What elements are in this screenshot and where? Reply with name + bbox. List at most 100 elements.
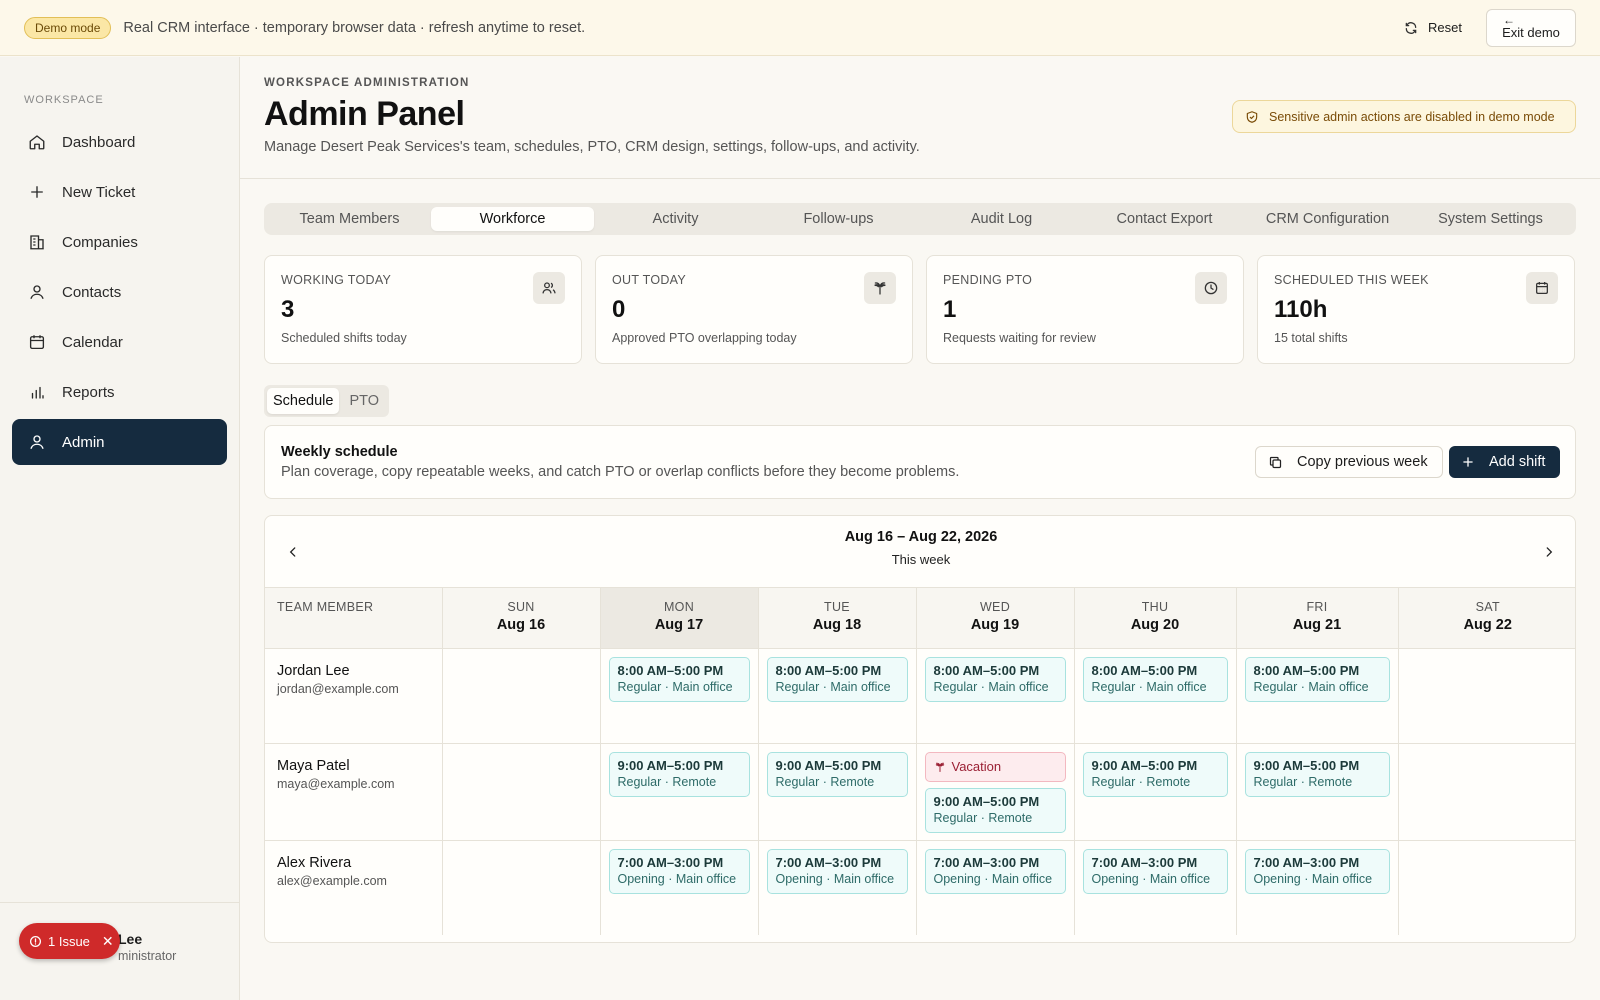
shift-block[interactable]: 9:00 AM–5:00 PM Regular · Remote bbox=[608, 751, 750, 797]
issue-badge[interactable]: 1 Issue ✕ bbox=[19, 923, 120, 959]
page-subtitle: Manage Desert Peak Services's team, sche… bbox=[264, 139, 920, 155]
shift-block[interactable]: 7:00 AM–3:00 PM Opening · Main office bbox=[608, 848, 750, 894]
sidebar-item-new-ticket[interactable]: New Ticket bbox=[12, 169, 227, 215]
shift-block[interactable]: 8:00 AM–5:00 PM Regular · Main office bbox=[924, 656, 1066, 702]
schedule-cell[interactable]: 7:00 AM–3:00 PM Opening · Main office bbox=[916, 840, 1075, 935]
tab-contact-export[interactable]: Contact Export bbox=[1083, 207, 1246, 231]
subtab-schedule[interactable]: Schedule bbox=[267, 388, 340, 414]
stat-label: PENDING PTO bbox=[943, 273, 1033, 287]
reset-button[interactable]: Reset bbox=[1394, 14, 1472, 41]
schedule-cell[interactable]: 8:00 AM–5:00 PM Regular · Main office bbox=[758, 648, 917, 744]
shift-block[interactable]: 9:00 AM–5:00 PM Regular · Remote bbox=[1244, 751, 1390, 797]
shield-check-icon bbox=[1246, 110, 1258, 123]
shift-block[interactable]: 7:00 AM–3:00 PM Opening · Main office bbox=[1082, 848, 1228, 894]
schedule-cell[interactable]: 8:00 AM–5:00 PM Regular · Main office bbox=[1074, 648, 1237, 744]
refresh-icon bbox=[1405, 21, 1417, 34]
stat-card-working-today: WORKING TODAY 3 Scheduled shifts today bbox=[264, 255, 582, 364]
add-shift-button[interactable]: Add shift bbox=[1449, 446, 1560, 478]
shift-block[interactable]: 8:00 AM–5:00 PM Regular · Main office bbox=[1082, 656, 1228, 702]
shift-block[interactable]: 8:00 AM–5:00 PM Regular · Main office bbox=[1244, 656, 1390, 702]
issue-label: 1 Issue bbox=[48, 933, 90, 949]
schedule-cell[interactable]: 9:00 AM–5:00 PM Regular · Remote bbox=[1236, 743, 1399, 841]
subtab-pto[interactable]: PTO bbox=[343, 388, 385, 414]
shift-block[interactable]: 8:00 AM–5:00 PM Regular · Main office bbox=[608, 656, 750, 702]
schedule-cell[interactable]: 8:00 AM–5:00 PM Regular · Main office bbox=[600, 648, 759, 744]
next-week-button[interactable] bbox=[1535, 538, 1563, 566]
pto-block[interactable]: Vacation bbox=[924, 751, 1066, 782]
shift-block[interactable]: 9:00 AM–5:00 PM Regular · Remote bbox=[1082, 751, 1228, 797]
tab-team-members[interactable]: Team Members bbox=[268, 207, 431, 231]
stat-label: OUT TODAY bbox=[612, 273, 687, 287]
alert-circle-icon bbox=[29, 935, 42, 947]
close-icon[interactable]: ✕ bbox=[102, 933, 114, 950]
sidebar-item-label: New Ticket bbox=[62, 183, 136, 201]
weekly-title: Weekly schedule bbox=[281, 444, 398, 460]
add-label: Add shift bbox=[1489, 454, 1546, 470]
tab-audit-log[interactable]: Audit Log bbox=[920, 207, 1083, 231]
tab-follow-ups[interactable]: Follow-ups bbox=[757, 207, 920, 231]
shift-time: 7:00 AM–3:00 PM bbox=[775, 854, 882, 870]
week-range-sub: This week bbox=[891, 552, 951, 567]
schedule-calendar: Aug 16 – Aug 22, 2026 This week TEAM MEM… bbox=[264, 515, 1576, 943]
schedule-cell[interactable] bbox=[442, 743, 601, 841]
team-member-header: TEAM MEMBER bbox=[265, 588, 443, 649]
tab-system-settings[interactable]: System Settings bbox=[1409, 207, 1572, 231]
sidebar-item-contacts[interactable]: Contacts bbox=[12, 269, 227, 315]
user-role: ministrator bbox=[118, 949, 177, 963]
schedule-cell[interactable]: 9:00 AM–5:00 PM Regular · Remote bbox=[758, 743, 917, 841]
home-icon bbox=[29, 135, 45, 150]
sidebar-item-label: Companies bbox=[62, 233, 138, 251]
plus-icon bbox=[31, 186, 43, 198]
exit-demo-button[interactable]: ← Exit demo bbox=[1486, 8, 1576, 47]
shift-time: 7:00 AM–3:00 PM bbox=[617, 854, 724, 870]
schedule-cell[interactable]: 9:00 AM–5:00 PM Regular · Remote bbox=[600, 743, 759, 841]
sidebar: WORKSPACE Dashboard New Ticket Companies… bbox=[0, 57, 240, 1000]
user-icon bbox=[30, 435, 44, 449]
schedule-cell[interactable]: 8:00 AM–5:00 PM Regular · Main office bbox=[916, 648, 1075, 744]
shift-block[interactable]: 8:00 AM–5:00 PM Regular · Main office bbox=[766, 656, 908, 702]
schedule-cell[interactable]: 7:00 AM–3:00 PM Opening · Main office bbox=[1074, 840, 1237, 935]
team-member-cell: Maya Patel maya@example.com bbox=[265, 743, 443, 841]
sidebar-item-reports[interactable]: Reports bbox=[12, 369, 227, 415]
schedule-cell[interactable] bbox=[442, 840, 601, 935]
sidebar-item-label: Admin bbox=[62, 433, 105, 451]
schedule-cell[interactable]: Vacation 9:00 AM–5:00 PM Regular · Remote bbox=[916, 743, 1075, 841]
shift-block[interactable]: 7:00 AM–3:00 PM Opening · Main office bbox=[924, 848, 1066, 894]
sidebar-item-calendar[interactable]: Calendar bbox=[12, 319, 227, 365]
sidebar-item-companies[interactable]: Companies bbox=[12, 219, 227, 265]
day-header: TUE Aug 18 bbox=[758, 588, 917, 649]
schedule-cell[interactable] bbox=[1398, 840, 1575, 935]
sidebar-item-admin[interactable]: Admin bbox=[12, 419, 227, 465]
shift-time: 9:00 AM–5:00 PM bbox=[1091, 757, 1198, 773]
schedule-cell[interactable]: 8:00 AM–5:00 PM Regular · Main office bbox=[1236, 648, 1399, 744]
calendar-header: Aug 16 – Aug 22, 2026 This week bbox=[265, 516, 1575, 588]
member-name: Alex Rivera bbox=[277, 854, 352, 871]
member-email: maya@example.com bbox=[277, 776, 395, 791]
tab-activity[interactable]: Activity bbox=[594, 207, 757, 231]
schedule-cell[interactable]: 7:00 AM–3:00 PM Opening · Main office bbox=[758, 840, 917, 935]
schedule-cell[interactable]: 7:00 AM–3:00 PM Opening · Main office bbox=[600, 840, 759, 935]
copy-previous-week-button[interactable]: Copy previous week bbox=[1255, 446, 1443, 478]
shift-block[interactable]: 7:00 AM–3:00 PM Opening · Main office bbox=[1244, 848, 1390, 894]
stat-value: 0 bbox=[612, 296, 626, 323]
schedule-cell[interactable]: 7:00 AM–3:00 PM Opening · Main office bbox=[1236, 840, 1399, 935]
day-date: Aug 21 bbox=[1292, 617, 1342, 633]
schedule-cell[interactable] bbox=[1398, 743, 1575, 841]
stat-value: 3 bbox=[281, 296, 295, 323]
shift-details: Regular · Remote bbox=[775, 774, 875, 789]
main-content: WORKSPACE ADMINISTRATION Admin Panel Man… bbox=[240, 57, 1600, 1000]
tab-workforce[interactable]: Workforce bbox=[431, 207, 594, 231]
sidebar-item-dashboard[interactable]: Dashboard bbox=[12, 119, 227, 165]
schedule-cell[interactable] bbox=[1398, 648, 1575, 744]
pto-label: Vacation bbox=[951, 759, 1002, 774]
shift-details: Regular · Main office bbox=[1091, 679, 1207, 694]
shift-block[interactable]: 9:00 AM–5:00 PM Regular · Remote bbox=[924, 787, 1066, 833]
shift-block[interactable]: 9:00 AM–5:00 PM Regular · Remote bbox=[766, 751, 908, 797]
shift-block[interactable]: 7:00 AM–3:00 PM Opening · Main office bbox=[766, 848, 908, 894]
weekly-schedule-panel: Weekly schedule Plan coverage, copy repe… bbox=[264, 425, 1576, 499]
schedule-cell[interactable]: 9:00 AM–5:00 PM Regular · Remote bbox=[1074, 743, 1237, 841]
schedule-cell[interactable] bbox=[442, 648, 601, 744]
day-name: THU bbox=[1141, 600, 1169, 614]
tab-crm-configuration[interactable]: CRM Configuration bbox=[1246, 207, 1409, 231]
sidebar-item-label: Calendar bbox=[62, 333, 123, 351]
